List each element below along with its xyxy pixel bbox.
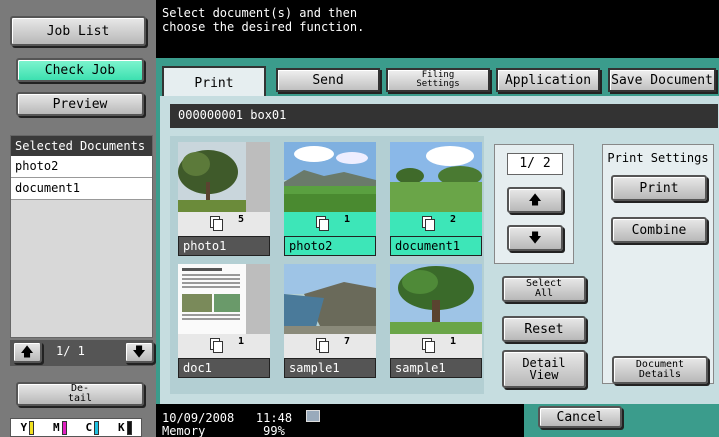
toner-yellow-label: Y bbox=[20, 421, 28, 434]
toner-yellow: Y bbox=[20, 420, 35, 435]
document-info-bar: 5 bbox=[178, 212, 270, 236]
document-name[interactable]: document1 bbox=[390, 236, 482, 256]
arrow-up-icon: 🡅 bbox=[20, 344, 34, 360]
document-preview-image bbox=[390, 142, 482, 212]
print-settings-panel: Print Settings Print Combine bbox=[602, 144, 714, 384]
document-preview-image bbox=[178, 264, 270, 334]
document-info-bar: 2 bbox=[390, 212, 482, 236]
pages-icon bbox=[316, 216, 329, 231]
select-all-button[interactable]: Select All bbox=[502, 276, 586, 302]
document-grid: 5 photo1 1 photo2 2 document1 1 doc1 7 s… bbox=[170, 136, 484, 394]
selected-documents-header: Selected Documents bbox=[11, 136, 152, 156]
document-details-button[interactable]: Document Details bbox=[612, 356, 708, 384]
document-name[interactable]: photo1 bbox=[178, 236, 270, 256]
document-info-bar: 1 bbox=[390, 334, 482, 358]
cancel-button[interactable]: Cancel bbox=[538, 406, 622, 428]
toner-black-bar bbox=[126, 420, 132, 435]
reset-button[interactable]: Reset bbox=[502, 316, 586, 342]
page-count: 5 bbox=[238, 214, 245, 225]
print-button[interactable]: Print bbox=[611, 175, 707, 201]
detail-view-button[interactable]: Detail View bbox=[502, 350, 586, 388]
toner-magenta-label: M bbox=[52, 421, 60, 434]
toner-cyan-label: C bbox=[85, 421, 93, 434]
status-bar: 10/09/2008 11:48 Memory 99% Cancel bbox=[156, 404, 719, 437]
selected-documents-panel: Selected Documents photo2 document1 bbox=[10, 135, 153, 338]
toner-cyan-bar bbox=[94, 420, 100, 435]
pages-icon bbox=[422, 216, 435, 231]
preview-button[interactable]: Preview bbox=[16, 92, 144, 116]
document-thumbnail[interactable]: 2 document1 bbox=[390, 142, 490, 260]
document-info-bar: 1 bbox=[284, 212, 376, 236]
document-name[interactable]: doc1 bbox=[178, 358, 270, 378]
document-info-bar: 7 bbox=[284, 334, 376, 358]
tab-bar: Print Send Filing Settings Application S… bbox=[156, 58, 719, 98]
left-panel: Job List Check Job Preview Selected Docu… bbox=[0, 0, 156, 437]
document-thumbnail[interactable]: 1 sample1 bbox=[390, 264, 490, 382]
tab-save-document[interactable]: Save Document bbox=[608, 68, 716, 92]
document-preview-image bbox=[390, 264, 482, 334]
toner-levels: Y M C K bbox=[10, 418, 142, 437]
selected-list-pager: 🡅 1/ 1 🡇 bbox=[10, 340, 154, 366]
main-panel: Print Send Filing Settings Application S… bbox=[156, 58, 719, 404]
page-count: 1 bbox=[450, 336, 457, 347]
document-thumbnail[interactable]: 7 sample1 bbox=[284, 264, 384, 382]
tab-print-label: Print bbox=[194, 75, 234, 91]
selected-document-item[interactable]: photo2 bbox=[11, 156, 152, 178]
selected-document-item[interactable]: document1 bbox=[11, 178, 152, 200]
tab-send[interactable]: Send bbox=[276, 68, 380, 92]
job-status-icon[interactable] bbox=[306, 410, 320, 422]
pages-icon bbox=[422, 338, 435, 353]
arrow-up-icon: 🡅 bbox=[528, 192, 542, 208]
tab-filing-label: Filing Settings bbox=[416, 70, 460, 89]
arrow-down-icon: 🡇 bbox=[528, 230, 542, 246]
tab-application-label: Application bbox=[504, 72, 592, 88]
document-thumbnail[interactable]: 1 photo2 bbox=[284, 142, 384, 260]
document-name[interactable]: sample1 bbox=[284, 358, 376, 378]
document-name[interactable]: sample1 bbox=[390, 358, 482, 378]
tab-send-label: Send bbox=[312, 72, 344, 88]
document-preview-image bbox=[178, 142, 270, 212]
toner-yellow-bar bbox=[29, 420, 35, 435]
pages-icon bbox=[210, 338, 223, 353]
document-preview-image bbox=[284, 264, 376, 334]
detail-button[interactable]: De- tail bbox=[16, 382, 144, 406]
check-job-button[interactable]: Check Job bbox=[16, 58, 144, 82]
tab-save-document-label: Save Document bbox=[611, 72, 713, 88]
pages-icon bbox=[210, 216, 223, 231]
toner-black-label: K bbox=[117, 421, 125, 434]
document-pager: 1/ 2 🡅 🡇 bbox=[494, 144, 574, 264]
page-count: 2 bbox=[450, 214, 457, 225]
document-preview-image bbox=[284, 142, 376, 212]
list-up-button[interactable]: 🡅 bbox=[12, 341, 42, 363]
toner-magenta: M bbox=[52, 420, 67, 435]
tab-filing-settings[interactable]: Filing Settings bbox=[386, 68, 490, 92]
toner-black: K bbox=[117, 420, 132, 435]
selected-list-page-indicator: 1/ 1 bbox=[56, 344, 85, 358]
tab-application[interactable]: Application bbox=[496, 68, 600, 92]
toner-magenta-bar bbox=[61, 420, 67, 435]
job-list-button[interactable]: Job List bbox=[10, 16, 146, 46]
combine-button[interactable]: Combine bbox=[611, 217, 707, 243]
page-count: 1 bbox=[238, 336, 245, 347]
page-count: 1 bbox=[344, 214, 351, 225]
document-thumbnail[interactable]: 1 doc1 bbox=[178, 264, 278, 382]
tab-print[interactable]: Print bbox=[162, 66, 266, 98]
print-settings-title: Print Settings bbox=[607, 151, 709, 165]
box-info-bar: 000000001 box01 bbox=[170, 104, 718, 128]
page-count: 7 bbox=[344, 336, 351, 347]
document-page-indicator: 1/ 2 bbox=[507, 153, 563, 175]
date-time-memory: 10/09/2008 11:48 Memory 99% bbox=[162, 411, 293, 437]
list-down-button[interactable]: 🡇 bbox=[124, 341, 154, 363]
instruction-message: Select document(s) and then choose the d… bbox=[156, 0, 719, 58]
arrow-down-icon: 🡇 bbox=[132, 344, 146, 360]
pages-icon bbox=[316, 338, 329, 353]
document-name[interactable]: photo2 bbox=[284, 236, 376, 256]
print-tab-content: 000000001 box01 5 photo1 1 photo2 2 docu… bbox=[160, 96, 719, 404]
page-up-button[interactable]: 🡅 bbox=[507, 187, 563, 213]
document-info-bar: 1 bbox=[178, 334, 270, 358]
toner-cyan: C bbox=[85, 420, 100, 435]
document-thumbnail[interactable]: 5 photo1 bbox=[178, 142, 278, 260]
page-down-button[interactable]: 🡇 bbox=[507, 225, 563, 251]
